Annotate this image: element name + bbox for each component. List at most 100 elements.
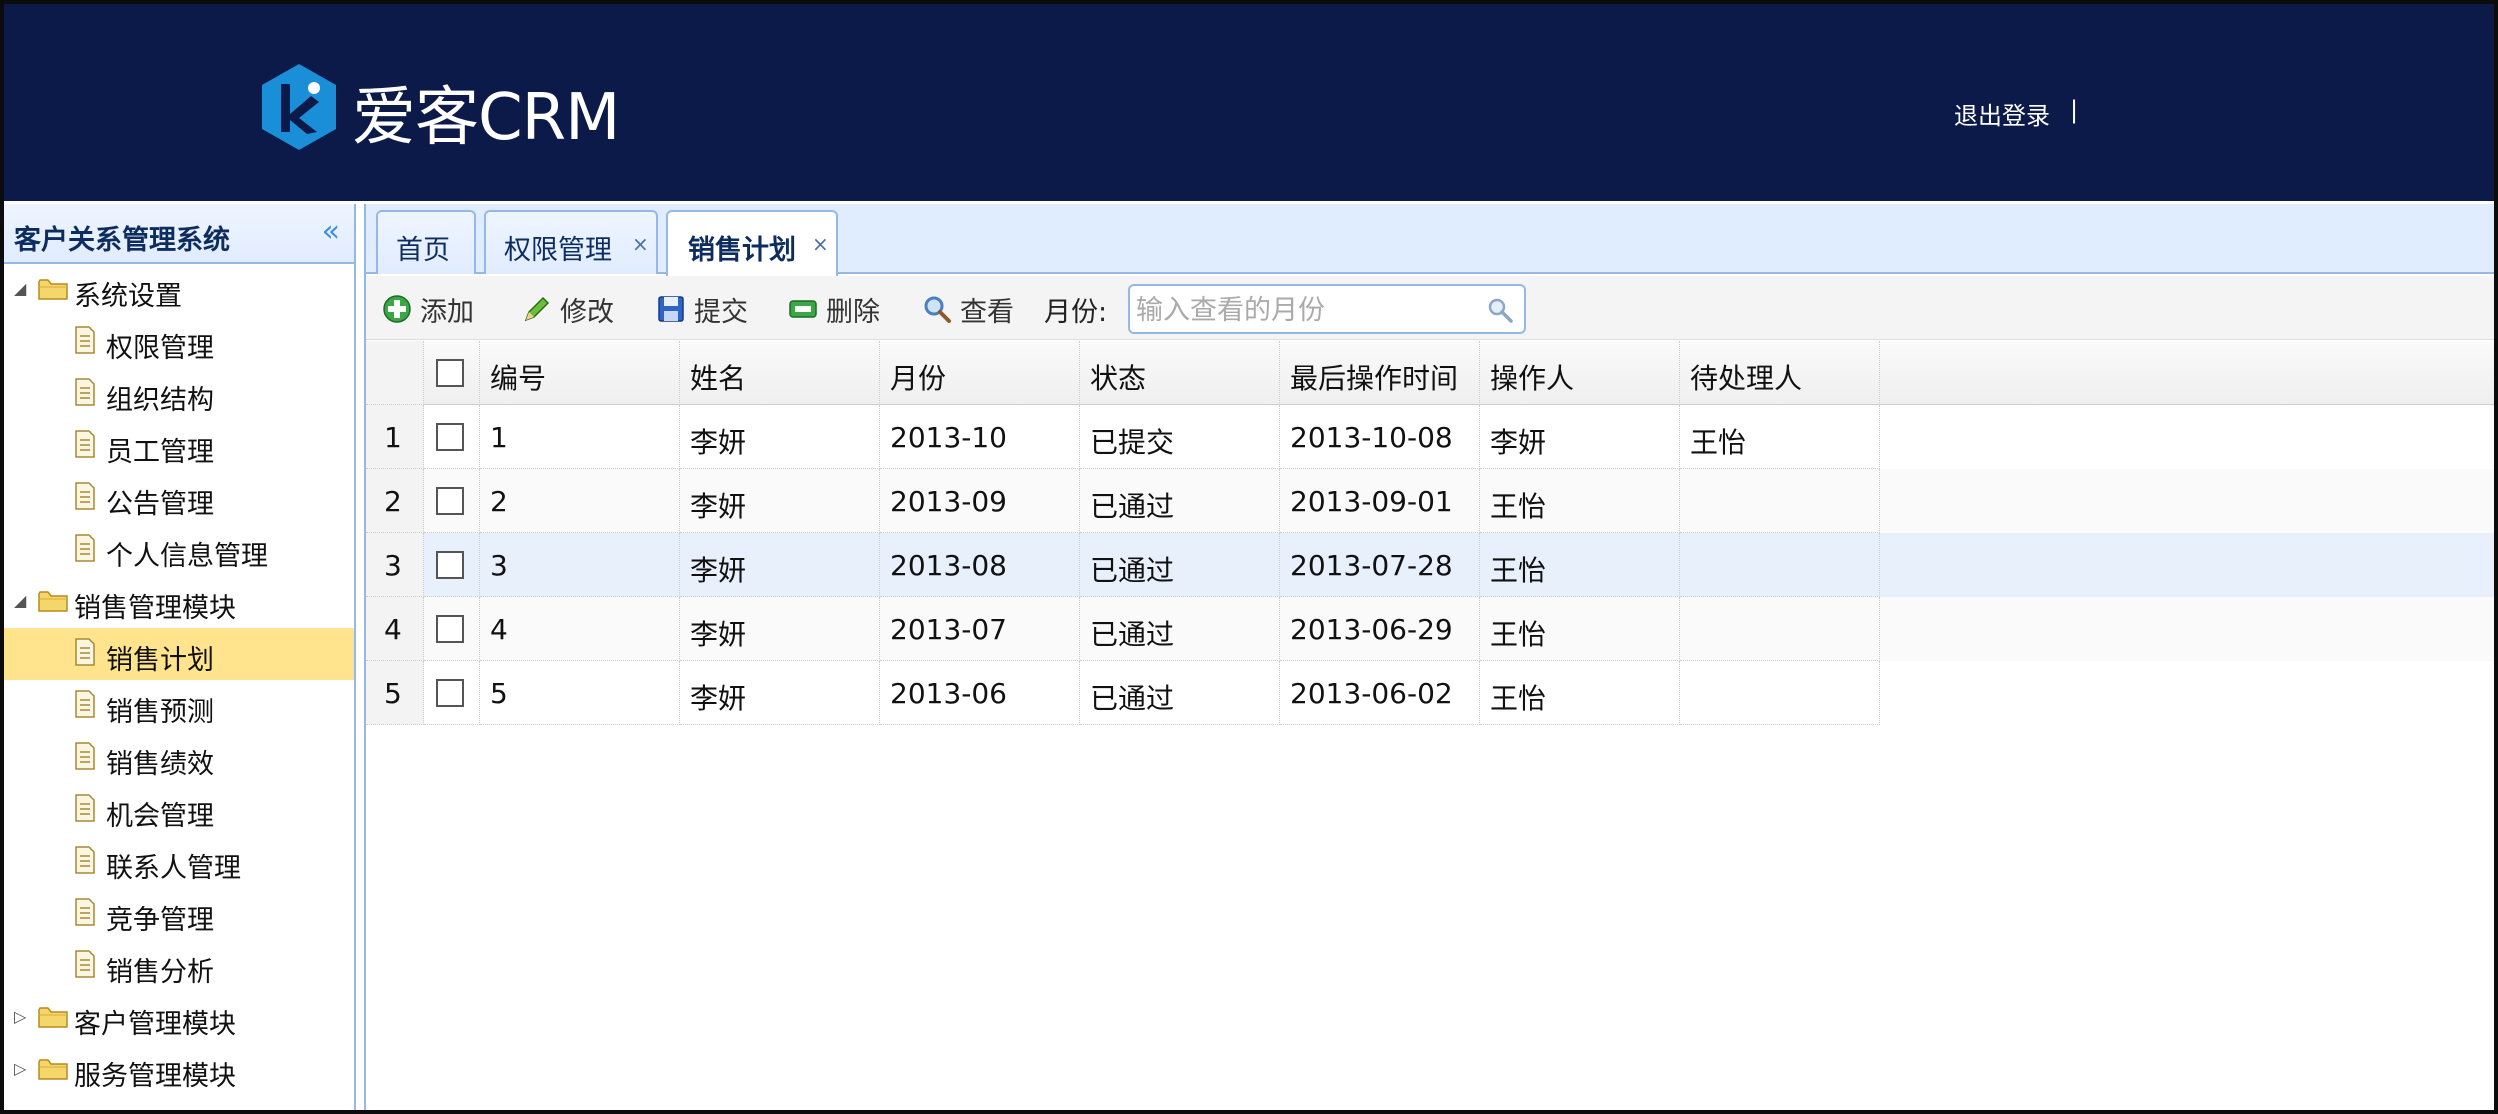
close-tab-icon[interactable]: × xyxy=(632,232,649,256)
column-header[interactable]: 编号 xyxy=(480,341,680,405)
document-icon xyxy=(75,482,95,510)
tree-item[interactable]: 销售分析 xyxy=(4,940,354,992)
collapsed-arrow-icon[interactable]: ▷ xyxy=(14,1059,26,1078)
document-icon xyxy=(75,378,95,406)
row-number-cell: 4 xyxy=(366,597,424,661)
collapsed-arrow-icon[interactable]: ▷ xyxy=(14,1007,26,1026)
row-number-header xyxy=(366,341,424,405)
column-header[interactable]: 姓名 xyxy=(680,341,880,405)
tree-folder[interactable]: ▷ 服务管理模块 xyxy=(4,1044,354,1096)
table-row[interactable]: 4 4 李妍 2013-07 已通过 2013-06-29 王怡 xyxy=(366,597,2494,661)
search-icon[interactable] xyxy=(1486,296,1514,324)
column-header-label: 待处理人 xyxy=(1690,362,1803,395)
view-button[interactable]: 查看 xyxy=(922,290,1032,328)
cell-value: 王怡 xyxy=(1490,490,1547,523)
row-checkbox[interactable] xyxy=(436,679,464,707)
table-cell xyxy=(1680,533,1880,597)
table-row[interactable]: 1 1 李妍 2013-10 已提交 2013-10-08 李妍 王怡 xyxy=(366,405,2494,469)
folder-icon xyxy=(38,1059,68,1080)
tree-item[interactable]: 权限管理 xyxy=(4,316,354,368)
row-checkbox[interactable] xyxy=(436,551,464,579)
tree-folder[interactable]: ▷ 客户管理模块 xyxy=(4,992,354,1044)
brand-name: 爱客CRM xyxy=(352,81,620,155)
table-cell: 3 xyxy=(480,533,680,597)
tree-item[interactable]: 销售计划 xyxy=(4,628,354,680)
brand-logo-icon xyxy=(262,64,336,150)
row-checkbox[interactable] xyxy=(436,423,464,451)
cell-value: 已提交 xyxy=(1090,426,1175,459)
tree-item[interactable]: 公告管理 xyxy=(4,472,354,524)
table-cell: 李妍 xyxy=(680,469,880,533)
tab-permissions[interactable]: 权限管理 × xyxy=(484,210,658,274)
cell-value: 王怡 xyxy=(1490,618,1547,651)
expanded-arrow-icon[interactable]: ◢ xyxy=(14,279,26,298)
expanded-arrow-icon[interactable]: ◢ xyxy=(14,591,26,610)
column-header[interactable]: 操作人 xyxy=(1480,341,1680,405)
submit-label: 提交 xyxy=(694,297,748,328)
tree-label: 系统设置 xyxy=(74,281,182,312)
header-separator: | xyxy=(2070,96,2079,124)
tree-folder[interactable]: ◢ 销售管理模块 xyxy=(4,576,354,628)
tree-label: 销售预测 xyxy=(106,697,214,728)
table-cell: 5 xyxy=(480,661,680,725)
tree-item[interactable]: 机会管理 xyxy=(4,784,354,836)
column-header[interactable]: 月份 xyxy=(880,341,1080,405)
delete-button[interactable]: 删除 xyxy=(788,290,898,328)
document-icon xyxy=(75,794,95,822)
table-cell: 4 xyxy=(480,597,680,661)
table-cell: 2013-10-08 xyxy=(1280,405,1480,469)
column-header-label: 编号 xyxy=(490,362,547,395)
document-icon xyxy=(75,846,95,874)
tree-item[interactable]: 竞争管理 xyxy=(4,888,354,940)
tree-item[interactable]: 个人信息管理 xyxy=(4,524,354,576)
table-cell: 王怡 xyxy=(1480,597,1680,661)
cell-value: 已通过 xyxy=(1090,554,1175,587)
table-cell: 王怡 xyxy=(1480,469,1680,533)
tree-label: 个人信息管理 xyxy=(106,541,268,572)
submit-button[interactable]: 提交 xyxy=(656,290,766,328)
cell-value: 2013-07 xyxy=(890,613,1007,646)
table-cell: 已提交 xyxy=(1080,405,1280,469)
tree-folder[interactable]: ◢ 系统设置 xyxy=(4,264,354,316)
collapse-sidebar-icon[interactable]: « xyxy=(322,214,340,249)
table-cell: 已通过 xyxy=(1080,533,1280,597)
table-row[interactable]: 5 5 李妍 2013-06 已通过 2013-06-02 王怡 xyxy=(366,661,2494,725)
view-label: 查看 xyxy=(960,297,1014,328)
table-row[interactable]: 2 2 李妍 2013-09 已通过 2013-09-01 王怡 xyxy=(366,469,2494,533)
tab-sales-plan[interactable]: 销售计划 × xyxy=(666,210,838,276)
add-button[interactable]: 添加 xyxy=(382,290,492,328)
column-header[interactable]: 待处理人 xyxy=(1680,341,1880,405)
cell-value: 李妍 xyxy=(690,554,747,587)
table-row[interactable]: 3 3 李妍 2013-08 已通过 2013-07-28 王怡 xyxy=(366,533,2494,597)
column-header[interactable]: 状态 xyxy=(1080,341,1280,405)
column-header[interactable]: 最后操作时间 xyxy=(1280,341,1480,405)
cell-value: 3 xyxy=(490,549,508,582)
month-label: 月份: xyxy=(1044,297,1108,328)
tab-bar: 首页 权限管理 × 销售计划 × xyxy=(366,204,2494,276)
tree-item[interactable]: 员工管理 xyxy=(4,420,354,472)
select-all-checkbox[interactable] xyxy=(436,359,464,387)
month-search-input[interactable] xyxy=(1136,292,1466,328)
tree-item[interactable]: 销售预测 xyxy=(4,680,354,732)
document-icon xyxy=(75,430,95,458)
row-checkbox[interactable] xyxy=(436,487,464,515)
document-icon xyxy=(75,742,95,770)
cell-value: 李妍 xyxy=(1490,426,1547,459)
row-checkbox[interactable] xyxy=(436,615,464,643)
close-tab-icon[interactable]: × xyxy=(812,232,829,256)
row-select-cell xyxy=(424,405,480,469)
row-select-cell xyxy=(424,469,480,533)
tree-item[interactable]: 组织结构 xyxy=(4,368,354,420)
tab-home[interactable]: 首页 xyxy=(376,210,476,274)
row-number: 2 xyxy=(384,485,402,518)
month-search-box xyxy=(1128,284,1526,334)
folder-icon xyxy=(38,279,68,300)
logout-link[interactable]: 退出登录 xyxy=(1954,96,2050,131)
tree-label: 组织结构 xyxy=(106,385,214,416)
tree-label: 竞争管理 xyxy=(106,905,214,936)
tree-label: 销售计划 xyxy=(106,645,214,676)
edit-button[interactable]: 修改 xyxy=(522,290,632,328)
tree-item[interactable]: 联系人管理 xyxy=(4,836,354,888)
table-cell: 李妍 xyxy=(680,533,880,597)
tree-item[interactable]: 销售绩效 xyxy=(4,732,354,784)
